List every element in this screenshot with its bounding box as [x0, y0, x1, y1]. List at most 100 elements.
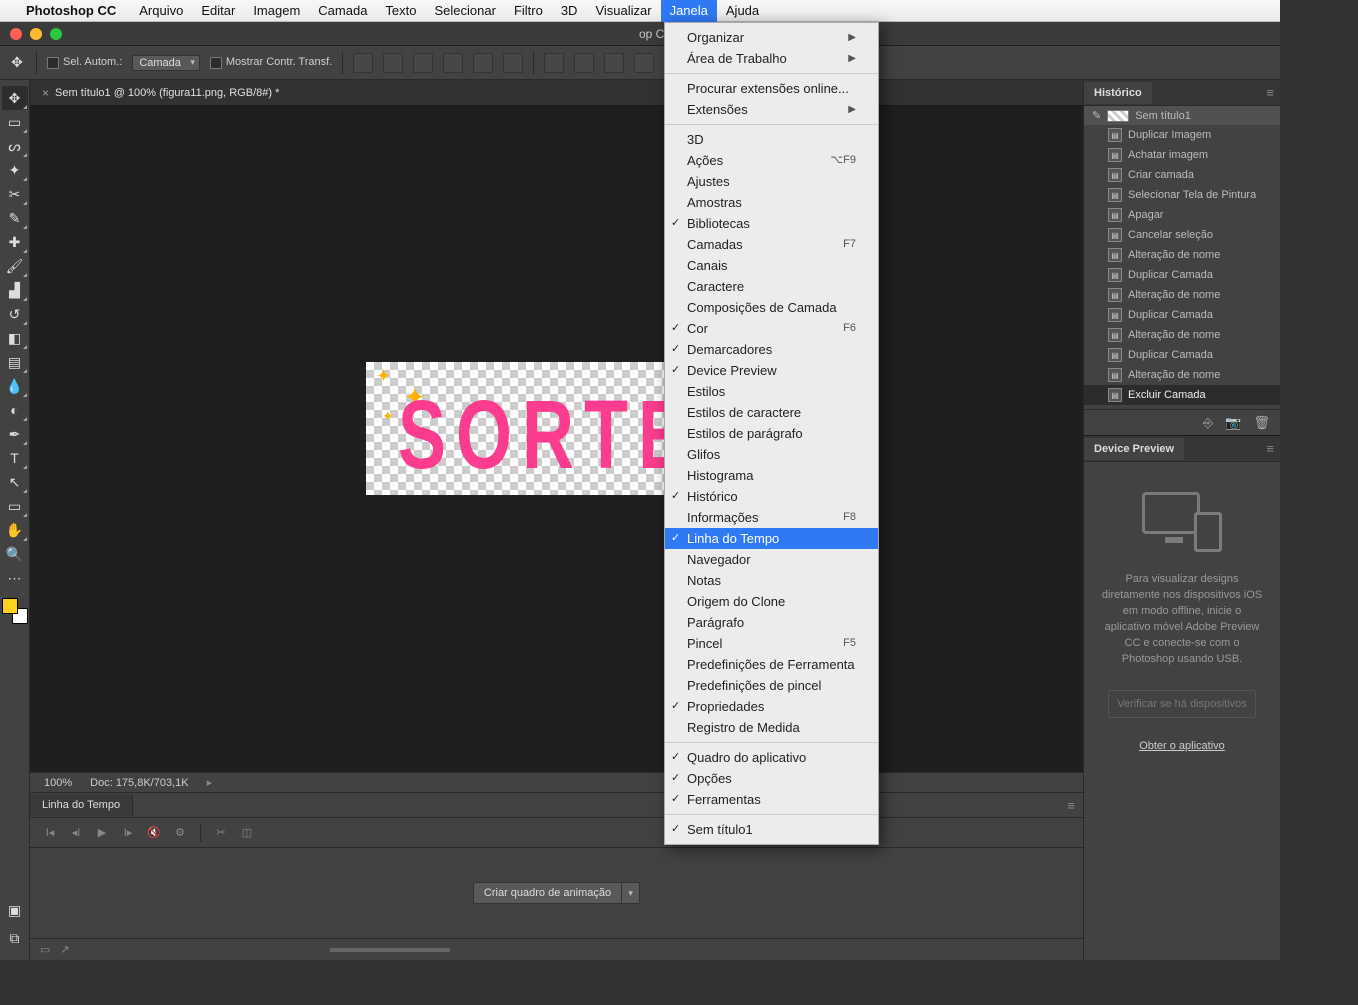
- shape-tool[interactable]: ▭: [2, 494, 28, 518]
- menu-item[interactable]: Ajustes: [665, 171, 878, 192]
- history-step[interactable]: ▤Duplicar Camada: [1084, 345, 1280, 365]
- create-mode-dropdown[interactable]: ▾: [622, 882, 640, 904]
- menu-item[interactable]: Estilos: [665, 381, 878, 402]
- auto-select-checkbox[interactable]: Sel. Autom.:: [47, 56, 122, 68]
- screen-mode-button[interactable]: ⧉: [2, 926, 28, 950]
- menu-item[interactable]: Ações⌥F9: [665, 150, 878, 171]
- close-tab-icon[interactable]: ×: [42, 86, 49, 100]
- document-tab[interactable]: × Sem título1 @ 100% (figura11.png, RGB/…: [42, 86, 279, 100]
- menu-item[interactable]: Caractere: [665, 276, 878, 297]
- history-panel-tab[interactable]: Histórico: [1084, 82, 1152, 104]
- tl-prev-frame-button[interactable]: ◂I: [66, 824, 86, 842]
- menu-item[interactable]: ✓CorF6: [665, 318, 878, 339]
- menu-filtro[interactable]: Filtro: [505, 0, 552, 22]
- move-tool[interactable]: ✥: [2, 86, 28, 110]
- delete-state-icon[interactable]: 🗑: [1253, 415, 1270, 431]
- gradient-tool[interactable]: ▤: [2, 350, 28, 374]
- distribute-2-button[interactable]: [574, 53, 594, 73]
- distribute-4-button[interactable]: [634, 53, 654, 73]
- timeline-tab[interactable]: Linha do Tempo: [30, 794, 133, 816]
- align-left-button[interactable]: [353, 53, 373, 73]
- menu-item[interactable]: ✓Opções: [665, 768, 878, 789]
- menu-item[interactable]: Predefinições de pincel: [665, 675, 878, 696]
- new-doc-from-state-icon[interactable]: ⎆: [1203, 415, 1213, 431]
- menu-item[interactable]: Histograma: [665, 465, 878, 486]
- menu-editar[interactable]: Editar: [192, 0, 244, 22]
- history-step[interactable]: ▤Apagar: [1084, 205, 1280, 225]
- hand-tool[interactable]: ✋: [2, 518, 28, 542]
- window-maximize-button[interactable]: [50, 28, 62, 40]
- tl-footer-icon[interactable]: ▭: [40, 943, 50, 956]
- magic-wand-tool[interactable]: ✦: [2, 158, 28, 182]
- history-step[interactable]: ▤Alteração de nome: [1084, 365, 1280, 385]
- menu-item[interactable]: Extensões▶: [665, 99, 878, 120]
- window-close-button[interactable]: [10, 28, 22, 40]
- menu-item[interactable]: ✓Quadro do aplicativo: [665, 747, 878, 768]
- align-center-h-button[interactable]: [383, 53, 403, 73]
- menu-ajuda[interactable]: Ajuda: [717, 0, 768, 22]
- menu-item[interactable]: Área de Trabalho▶: [665, 48, 878, 69]
- tl-audio-button[interactable]: 🔇: [144, 824, 164, 842]
- menu-imagem[interactable]: Imagem: [244, 0, 309, 22]
- menu-item[interactable]: Navegador: [665, 549, 878, 570]
- tl-split-button[interactable]: ✂: [211, 824, 231, 842]
- lasso-tool[interactable]: ᔕ: [2, 134, 28, 158]
- menu-item[interactable]: ✓Histórico: [665, 486, 878, 507]
- distribute-3-button[interactable]: [604, 53, 624, 73]
- menu-item[interactable]: PincelF5: [665, 633, 878, 654]
- menu-item[interactable]: ✓Bibliotecas: [665, 213, 878, 234]
- tl-play-button[interactable]: ▶: [92, 824, 112, 842]
- history-step[interactable]: ▤Alteração de nome: [1084, 285, 1280, 305]
- tl-transition-button[interactable]: ◫: [237, 824, 257, 842]
- foreground-color-swatch[interactable]: [2, 598, 18, 614]
- menu-item[interactable]: Amostras: [665, 192, 878, 213]
- menu-arquivo[interactable]: Arquivo: [130, 0, 192, 22]
- menu-item[interactable]: Notas: [665, 570, 878, 591]
- menu-item[interactable]: Estilos de caractere: [665, 402, 878, 423]
- type-tool[interactable]: T: [2, 446, 28, 470]
- path-selection-tool[interactable]: ↖: [2, 470, 28, 494]
- menu-3d[interactable]: 3D: [552, 0, 587, 22]
- history-panel-menu-icon[interactable]: ≡: [1266, 85, 1274, 100]
- device-preview-menu-icon[interactable]: ≡: [1266, 441, 1274, 456]
- zoom-level[interactable]: 100%: [44, 777, 72, 789]
- align-right-button[interactable]: [413, 53, 433, 73]
- menu-camada[interactable]: Camada: [309, 0, 376, 22]
- zoom-tool[interactable]: 🔍: [2, 542, 28, 566]
- menu-item[interactable]: Procurar extensões online...: [665, 78, 878, 99]
- menu-item[interactable]: Predefinições de Ferramenta: [665, 654, 878, 675]
- menu-item[interactable]: ✓Linha do Tempo: [665, 528, 878, 549]
- window-minimize-button[interactable]: [30, 28, 42, 40]
- eraser-tool[interactable]: ◧: [2, 326, 28, 350]
- menu-item[interactable]: ✓Propriedades: [665, 696, 878, 717]
- dodge-tool[interactable]: ◐: [2, 398, 28, 422]
- menu-item[interactable]: Estilos de parágrafo: [665, 423, 878, 444]
- menu-item[interactable]: ✓Demarcadores: [665, 339, 878, 360]
- distribute-1-button[interactable]: [544, 53, 564, 73]
- history-step[interactable]: ▤Duplicar Imagem: [1084, 125, 1280, 145]
- tl-settings-button[interactable]: ⚙: [170, 824, 190, 842]
- menu-item[interactable]: InformaçõesF8: [665, 507, 878, 528]
- pen-tool[interactable]: ✒: [2, 422, 28, 446]
- menu-selecionar[interactable]: Selecionar: [426, 0, 505, 22]
- create-frame-animation-button[interactable]: Criar quadro de animação: [473, 882, 622, 904]
- document-canvas[interactable]: ✦ ✦ ✦ SORTEIO!: [366, 362, 696, 495]
- check-devices-button[interactable]: Verificar se há dispositivos: [1108, 690, 1256, 718]
- history-step[interactable]: ▤Achatar imagem: [1084, 145, 1280, 165]
- brush-tool[interactable]: 🖌: [2, 254, 28, 278]
- auto-select-dropdown[interactable]: Camada: [132, 55, 200, 71]
- menu-item[interactable]: CamadasF7: [665, 234, 878, 255]
- menu-item[interactable]: ✓Ferramentas: [665, 789, 878, 810]
- menu-visualizar[interactable]: Visualizar: [586, 0, 660, 22]
- align-bottom-button[interactable]: [503, 53, 523, 73]
- device-preview-tab[interactable]: Device Preview: [1084, 438, 1184, 460]
- history-step[interactable]: ▤Excluir Camada: [1084, 385, 1280, 405]
- blur-tool[interactable]: 💧: [2, 374, 28, 398]
- healing-brush-tool[interactable]: ✚: [2, 230, 28, 254]
- align-center-v-button[interactable]: [473, 53, 493, 73]
- history-brush-tool[interactable]: ↺: [2, 302, 28, 326]
- history-step[interactable]: ▤Selecionar Tela de Pintura: [1084, 185, 1280, 205]
- history-step[interactable]: ▤Cancelar seleção: [1084, 225, 1280, 245]
- status-menu-icon[interactable]: ▸: [207, 776, 213, 789]
- tl-zoom-slider[interactable]: [330, 948, 450, 952]
